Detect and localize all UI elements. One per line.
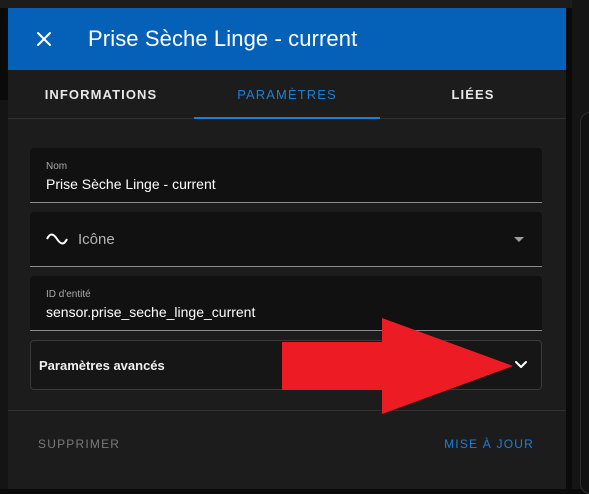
sine-wave-icon (46, 233, 68, 245)
tab-informations[interactable]: INFORMATIONS (8, 70, 194, 118)
delete-button[interactable]: SUPPRIMER (38, 437, 120, 451)
entity-id-label: ID d'entité (46, 289, 91, 300)
update-button[interactable]: MISE À JOUR (444, 437, 534, 451)
background-top-strip (0, 0, 589, 8)
entity-id-value[interactable]: sensor.prise_seche_linge_current (46, 304, 255, 320)
background-left-panel (0, 100, 8, 489)
tab-liees[interactable]: LIÉES (380, 70, 566, 118)
chevron-down-icon[interactable] (513, 357, 529, 373)
advanced-settings-label: Paramètres avancés (39, 358, 165, 373)
close-icon (37, 32, 51, 46)
annotation-arrow-icon (282, 318, 513, 414)
icon-picker[interactable]: Icône (30, 212, 542, 267)
entity-settings-dialog: Prise Sèche Linge - current INFORMATIONS… (8, 8, 566, 489)
close-button[interactable] (30, 25, 58, 53)
icon-picker-placeholder: Icône (78, 231, 115, 248)
name-field-label: Nom (46, 161, 68, 172)
background-card (580, 112, 589, 494)
tab-bar: INFORMATIONS PARAMÈTRES LIÉES (8, 70, 566, 119)
dialog-title: Prise Sèche Linge - current (88, 26, 358, 51)
name-field[interactable]: Nom Prise Sèche Linge - current (30, 148, 542, 203)
dropdown-caret-icon[interactable] (514, 237, 524, 242)
name-field-value[interactable]: Prise Sèche Linge - current (46, 176, 216, 192)
dialog-header: Prise Sèche Linge - current (8, 8, 566, 70)
tab-parametres[interactable]: PARAMÈTRES (194, 70, 380, 119)
